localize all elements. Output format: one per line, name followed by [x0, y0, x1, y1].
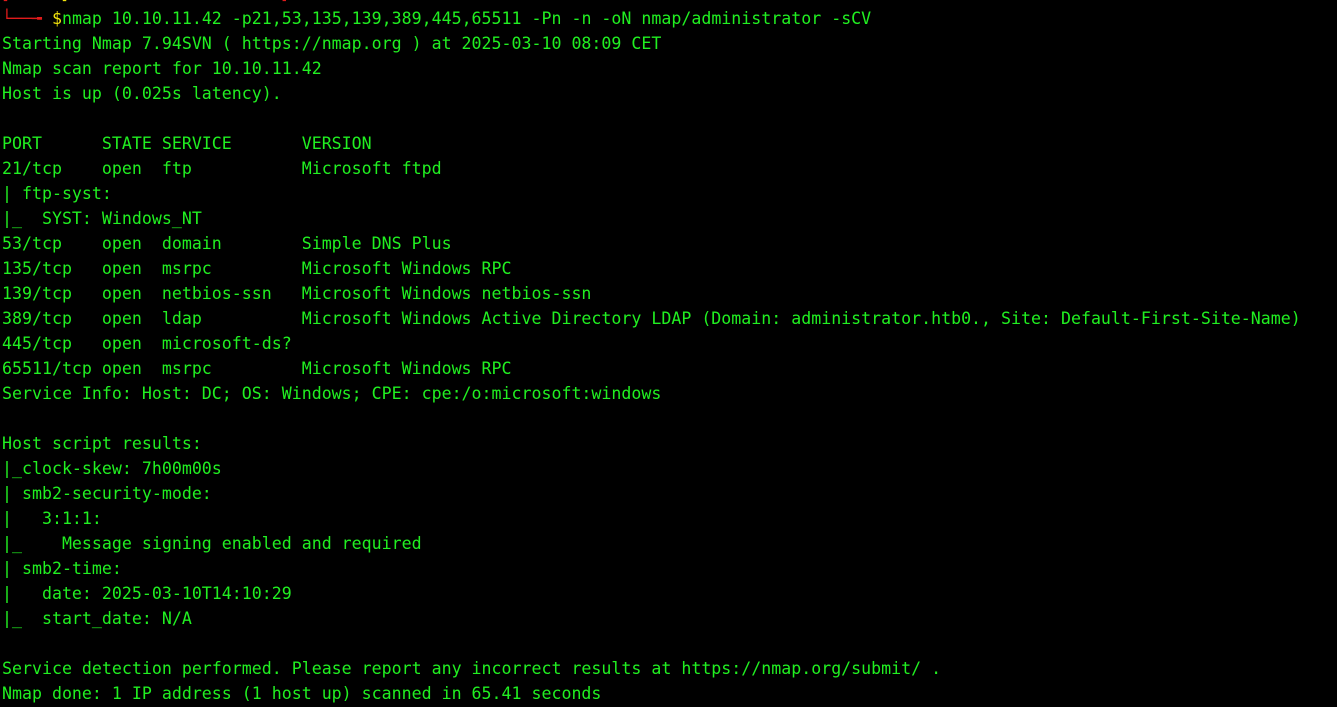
- output-line: |_ start_date: N/A: [2, 609, 192, 628]
- command-line[interactable]: └──╼ $nmap 10.10.11.42 -p21,53,135,139,3…: [2, 6, 1301, 31]
- output-line: PORT STATE SERVICE VERSION: [2, 134, 372, 153]
- output-line: Nmap scan report for 10.10.11.42: [2, 59, 322, 78]
- output-line: 53/tcp open domain Simple DNS Plus: [2, 234, 452, 253]
- output-line: 21/tcp open ftp Microsoft ftpd: [2, 159, 442, 178]
- terminal-output: └──╼ $nmap 10.10.11.42 -p21,53,135,139,3…: [2, 6, 1301, 706]
- prompt-bracket-left: [: [0, 0, 10, 3]
- output-line: |_ Message signing enabled and required: [2, 534, 422, 553]
- output-line: | ftp-syst:: [2, 184, 112, 203]
- prompt-separator-line: ─────: [10, 0, 60, 3]
- command-text: nmap 10.10.11.42 -p21,53,135,139,389,445…: [61, 9, 872, 28]
- output-line: Host script results:: [2, 434, 202, 453]
- prompt-bracket-mid: ]: [60, 0, 70, 3]
- terminal-window[interactable]: [─────]─────────────────────] └──╼ $nmap…: [0, 0, 1337, 707]
- output-line: | date: 2025-03-10T14:10:29: [2, 584, 292, 603]
- prompt-dollar: $: [51, 9, 62, 28]
- prompt-bracket-right: ]: [280, 0, 290, 3]
- output-line: | smb2-security-mode:: [2, 484, 212, 503]
- output-line: Starting Nmap 7.94SVN ( https://nmap.org…: [2, 34, 662, 53]
- output-line: 139/tcp open netbios-ssn Microsoft Windo…: [2, 284, 592, 303]
- output-line: Host is up (0.025s latency).: [2, 84, 282, 103]
- output-line: 65511/tcp open msrpc Microsoft Windows R…: [2, 359, 512, 378]
- output-line: Service Info: Host: DC; OS: Windows; CPE…: [2, 384, 662, 403]
- output-line: 135/tcp open msrpc Microsoft Windows RPC: [2, 259, 512, 278]
- output-line: 445/tcp open microsoft-ds?: [2, 334, 292, 353]
- output-line: Service detection performed. Please repo…: [2, 659, 942, 678]
- output-line: Nmap done: 1 IP address (1 host up) scan…: [2, 684, 602, 703]
- output-line: 389/tcp open ldap Microsoft Windows Acti…: [2, 309, 1301, 328]
- prompt-separator-line-2: ─────────────────────: [70, 0, 280, 3]
- output-line: | smb2-time:: [2, 559, 122, 578]
- output-line: |_ SYST: Windows_NT: [2, 209, 202, 228]
- output-line: |_clock-skew: 7h00m00s: [2, 459, 222, 478]
- output-line: | 3:1:1:: [2, 509, 102, 528]
- prompt-elbow: └──╼: [2, 9, 52, 28]
